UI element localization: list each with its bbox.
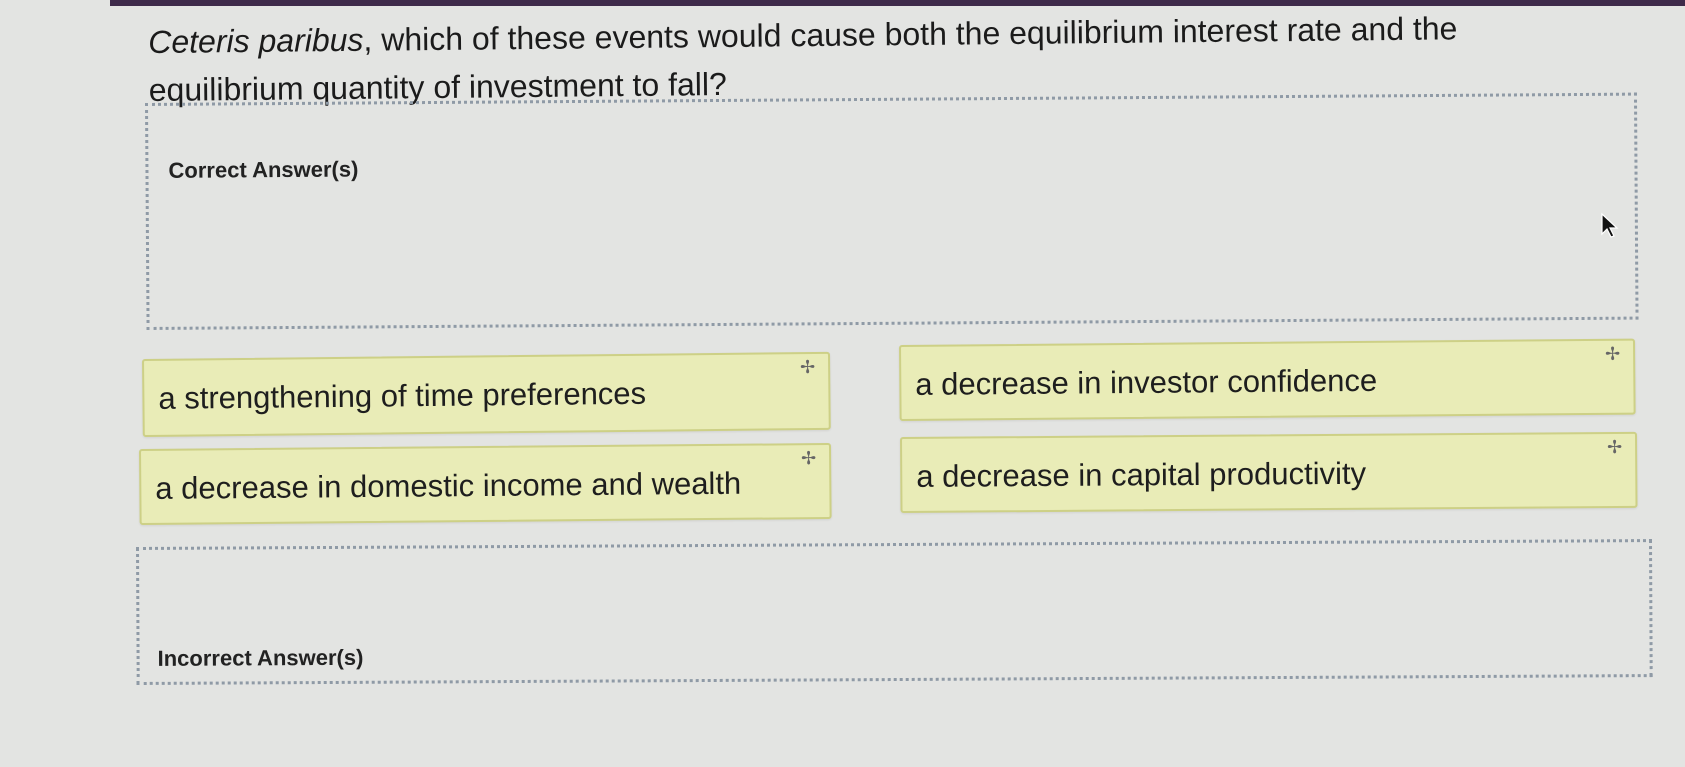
- question-italic: Ceteris paribus: [148, 21, 364, 60]
- move-icon[interactable]: ✢: [1607, 437, 1622, 457]
- mouse-cursor-icon: [1601, 212, 1619, 238]
- correct-answers-dropzone[interactable]: Correct Answer(s): [145, 92, 1639, 330]
- answer-card-label: a strengthening of time preferences: [158, 375, 647, 416]
- answer-card-capital-productivity[interactable]: a decrease in capital productivity ✢: [900, 431, 1638, 513]
- correct-answers-label: Correct Answer(s): [168, 156, 359, 183]
- answer-card-label: a decrease in investor confidence: [915, 362, 1378, 402]
- answer-card-label: a decrease in capital productivity: [916, 455, 1367, 494]
- move-icon[interactable]: ✢: [800, 357, 815, 377]
- answer-card-investor-confidence[interactable]: a decrease in investor confidence ✢: [899, 338, 1636, 421]
- answer-card-income-wealth[interactable]: a decrease in domestic income and wealth…: [139, 442, 832, 525]
- move-icon[interactable]: ✢: [1605, 344, 1620, 364]
- move-icon[interactable]: ✢: [801, 448, 816, 468]
- incorrect-answers-label: Incorrect Answer(s): [157, 644, 364, 671]
- answer-card-label: a decrease in domestic income and wealth: [155, 465, 742, 506]
- answer-card-time-preferences[interactable]: a strengthening of time preferences ✢: [142, 351, 831, 437]
- incorrect-answers-dropzone[interactable]: Incorrect Answer(s): [136, 539, 1653, 685]
